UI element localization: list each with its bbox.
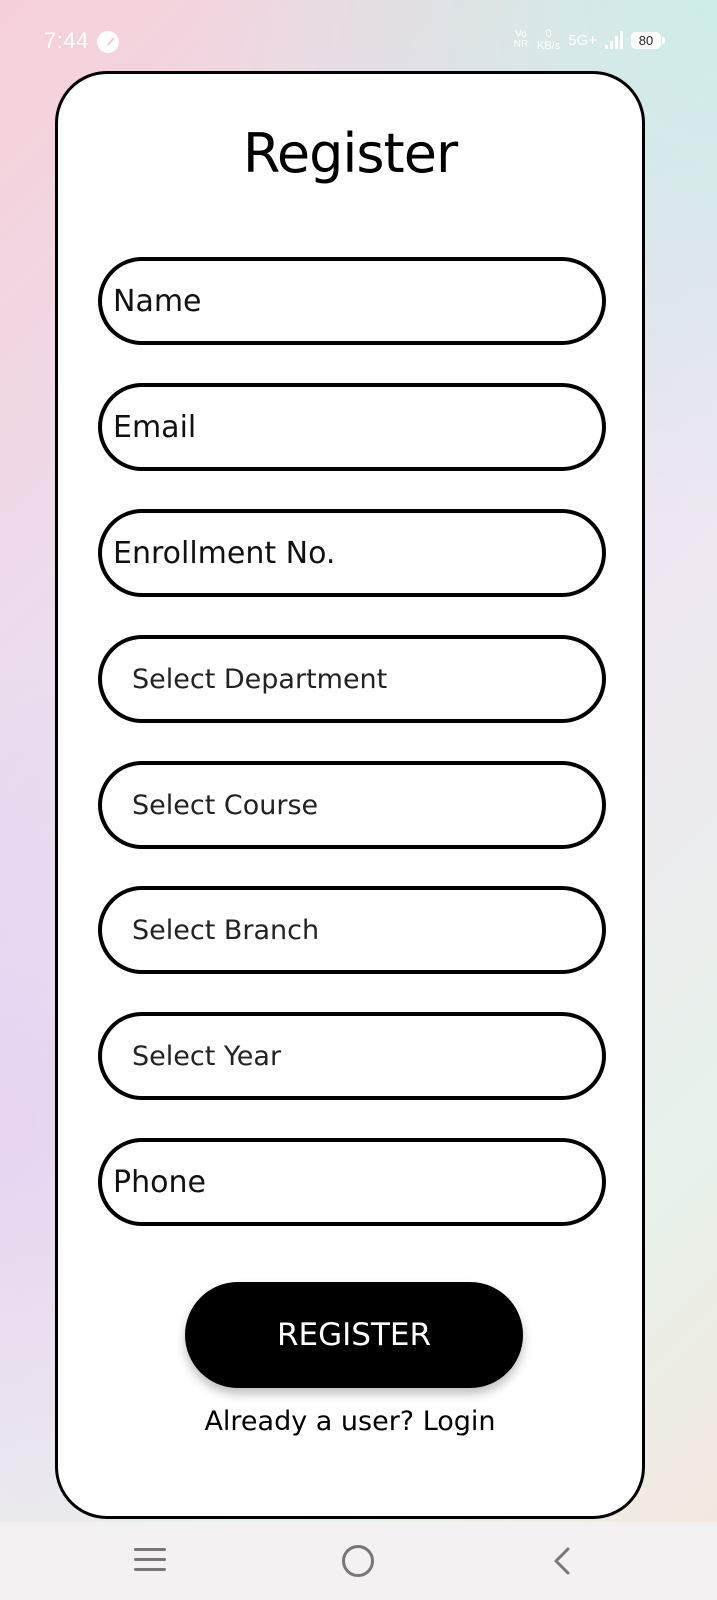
course-select[interactable]: Select Course (98, 761, 606, 849)
enrollment-field[interactable]: Enrollment No. (98, 509, 606, 597)
phone-field[interactable]: Phone (98, 1138, 606, 1226)
branch-placeholder: Select Branch (132, 914, 320, 946)
email-placeholder: Email (113, 409, 197, 445)
battery-icon: 80 (631, 31, 665, 49)
back-icon[interactable] (548, 1546, 576, 1576)
department-placeholder: Select Department (132, 663, 388, 695)
network-type: 5G+ (568, 31, 597, 49)
volte-bottom: NR (513, 39, 529, 50)
net-speed: 0 KB/s (537, 28, 560, 52)
year-select[interactable]: Select Year (98, 1012, 606, 1100)
menu-icon[interactable] (134, 1548, 166, 1574)
phone-placeholder: Phone (113, 1164, 206, 1200)
net-speed-value: 0 (545, 28, 552, 40)
home-icon[interactable] (342, 1545, 374, 1577)
status-time: 7:44 (44, 28, 89, 53)
speedometer-icon (97, 31, 119, 53)
page-title: Register (242, 122, 458, 185)
login-link[interactable]: Already a user? Login (58, 1406, 642, 1437)
name-field[interactable]: Name (98, 257, 606, 345)
battery-level: 80 (638, 32, 654, 48)
signal-icon (605, 31, 623, 49)
name-placeholder: Name (113, 283, 202, 319)
enrollment-placeholder: Enrollment No. (113, 535, 336, 571)
course-placeholder: Select Course (132, 789, 319, 821)
navigation-bar (0, 1522, 717, 1600)
branch-select[interactable]: Select Branch (98, 886, 606, 974)
email-field[interactable]: Email (98, 383, 606, 471)
year-placeholder: Select Year (132, 1040, 282, 1072)
net-speed-unit: KB/s (536, 40, 561, 52)
register-card: Register Name Email Enrollment No. Selec… (55, 71, 645, 1519)
status-indicators: Vo NR 0 KB/s 5G+ 80 (513, 28, 665, 52)
register-button[interactable]: REGISTER (185, 1282, 523, 1388)
volte-indicator: Vo NR (513, 30, 529, 50)
department-select[interactable]: Select Department (98, 635, 606, 723)
